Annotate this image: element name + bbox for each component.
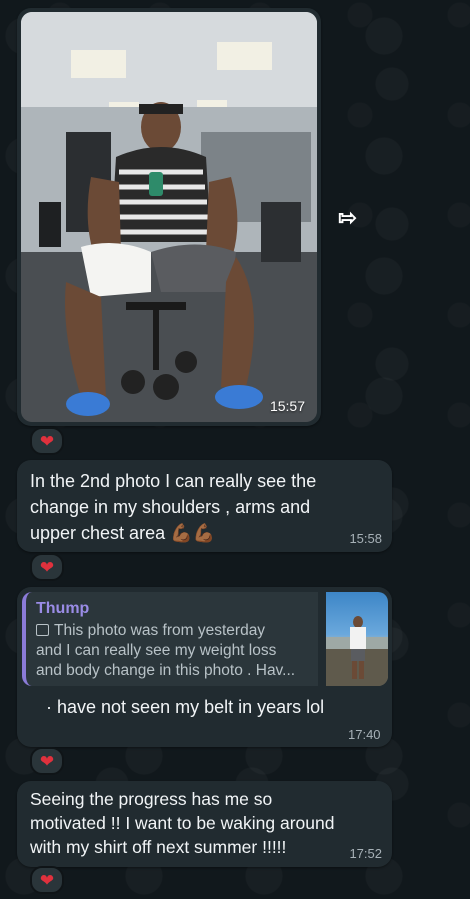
quoted-line: and body change in this photo . Hav... (36, 662, 296, 679)
photo-icon (36, 624, 49, 636)
photo-message[interactable]: 15:57 (17, 8, 321, 426)
message-line: motivated !! I want to be waking around (30, 813, 335, 833)
message-line: with my shirt off next summer !!!!! (30, 837, 287, 857)
quoted-photo-thumbnail (326, 592, 388, 686)
text-message[interactable]: Seeing the progress has me so motivated … (17, 781, 392, 867)
forward-icon[interactable]: ⇰ (338, 207, 362, 229)
heart-reaction[interactable]: ❤ (30, 747, 64, 775)
heart-icon: ❤ (39, 557, 55, 577)
message-time: 15:57 (269, 398, 305, 414)
message-time: 17:40 (348, 727, 381, 742)
quoted-line: and I can really see my weight loss (36, 642, 277, 659)
photo-illustration (21, 12, 317, 422)
heart-reaction[interactable]: ❤ (30, 553, 64, 581)
heart-reaction[interactable]: ❤ (30, 427, 64, 455)
message-text: In the 2nd photo I can really see the ch… (30, 468, 316, 546)
message-text: · have not seen my belt in years lol (46, 697, 325, 717)
message-line: In the 2nd photo I can really see the (30, 471, 317, 491)
message-time: 15:58 (349, 531, 382, 546)
heart-reaction[interactable]: ❤ (30, 866, 64, 894)
quoted-line: This photo was from yesterday (54, 622, 266, 639)
message-line: Seeing the progress has me so (30, 789, 273, 809)
quoted-sender-name: Thump (36, 600, 90, 617)
message-line: change in my shoulders , arms and (30, 497, 311, 517)
quoted-text: This photo was from yesterday and I can … (36, 621, 308, 681)
message-text: Seeing the progress has me so motivated … (30, 787, 334, 859)
message-time: 17:52 (349, 846, 382, 861)
text-message[interactable]: In the 2nd photo I can really see the ch… (17, 460, 392, 552)
heart-icon: ❤ (39, 751, 55, 771)
quoted-message[interactable]: Thump This photo was from yesterday and … (22, 592, 318, 686)
heart-icon: ❤ (39, 431, 55, 451)
heart-icon: ❤ (39, 870, 55, 890)
gym-selfie-photo[interactable]: 15:57 (21, 12, 317, 422)
message-line: upper chest area 💪🏾💪🏾 (30, 523, 215, 543)
